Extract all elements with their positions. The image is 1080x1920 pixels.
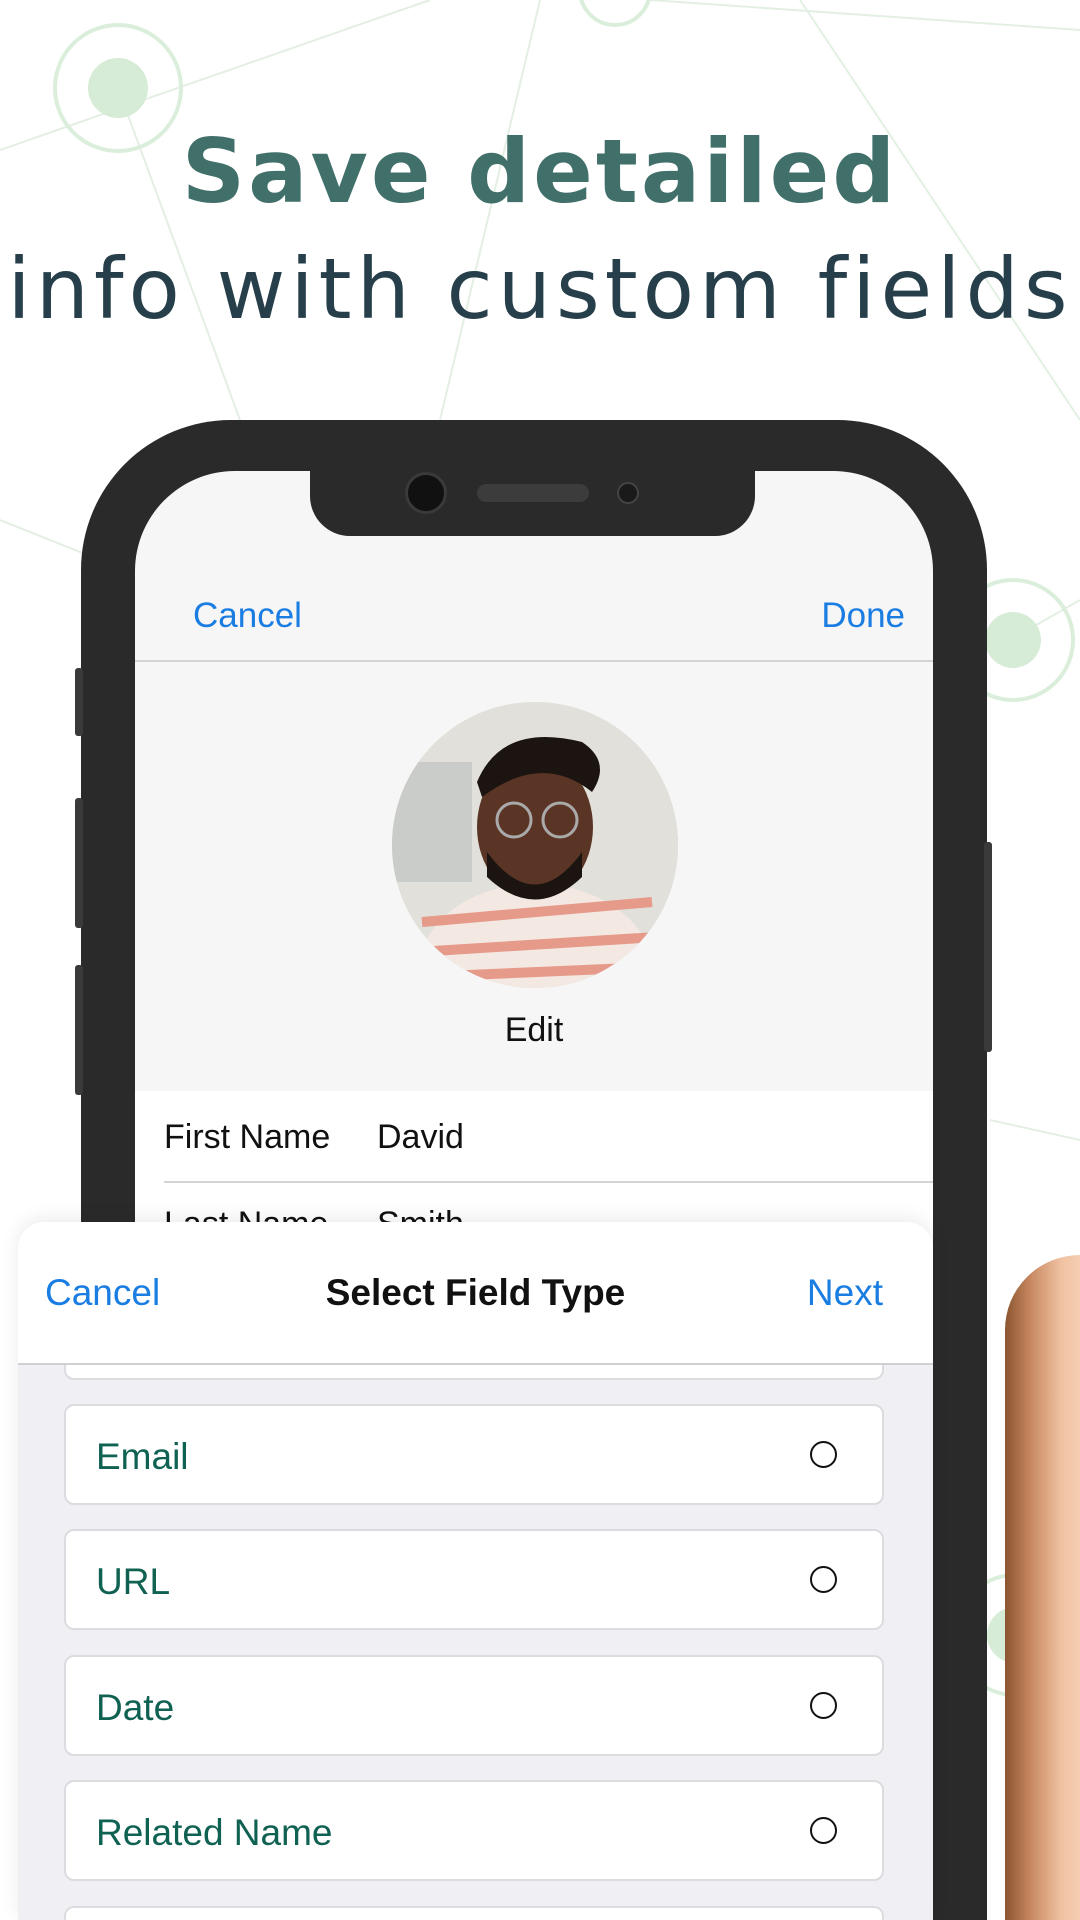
phone-power-button <box>984 842 992 1052</box>
option-label: URL <box>96 1561 171 1602</box>
sheet-title: Select Field Type <box>325 1272 626 1313</box>
phone-volume-down-button <box>75 965 83 1095</box>
headline-title: Save detailed <box>181 120 899 223</box>
edit-photo-button[interactable]: Edit <box>135 1011 933 1050</box>
radio-button[interactable] <box>810 1817 837 1844</box>
done-button[interactable]: Done <box>821 596 905 636</box>
phone-mute-switch <box>75 668 83 736</box>
person-photo-partial <box>1005 1255 1080 1920</box>
headline-subtitle: info with custom fields <box>7 240 1073 338</box>
option-label: Date <box>96 1687 175 1728</box>
first-name-label: First Name <box>164 1118 331 1156</box>
phone-volume-up-button <box>75 798 83 928</box>
cancel-button[interactable]: Cancel <box>193 596 302 636</box>
field-type-option-url[interactable]: URL <box>64 1529 884 1630</box>
next-button[interactable]: Next <box>807 1272 883 1314</box>
speaker-grille <box>477 484 589 502</box>
field-type-option-partial[interactable] <box>64 1906 884 1920</box>
sensor-icon <box>617 482 639 504</box>
radio-button[interactable] <box>810 1566 837 1593</box>
contact-avatar[interactable] <box>392 702 678 988</box>
radio-button[interactable] <box>810 1692 837 1719</box>
field-type-option-related-name[interactable]: Related Name <box>64 1780 884 1881</box>
field-type-option-email[interactable]: Email <box>64 1404 884 1505</box>
radio-button[interactable] <box>810 1441 837 1468</box>
first-name-field[interactable]: David <box>377 1118 464 1157</box>
row-divider <box>164 1181 933 1183</box>
option-label: Related Name <box>96 1812 333 1853</box>
nav-divider <box>135 660 933 662</box>
person-portrait-icon <box>392 702 678 988</box>
select-field-type-sheet: Cancel Select Field Type Next Email URL … <box>18 1222 933 1920</box>
field-type-option-date[interactable]: Date <box>64 1655 884 1756</box>
option-label: Email <box>96 1436 189 1477</box>
sheet-header: Cancel Select Field Type Next <box>18 1222 933 1365</box>
front-camera-icon <box>405 472 447 514</box>
phone-notch <box>310 460 755 536</box>
